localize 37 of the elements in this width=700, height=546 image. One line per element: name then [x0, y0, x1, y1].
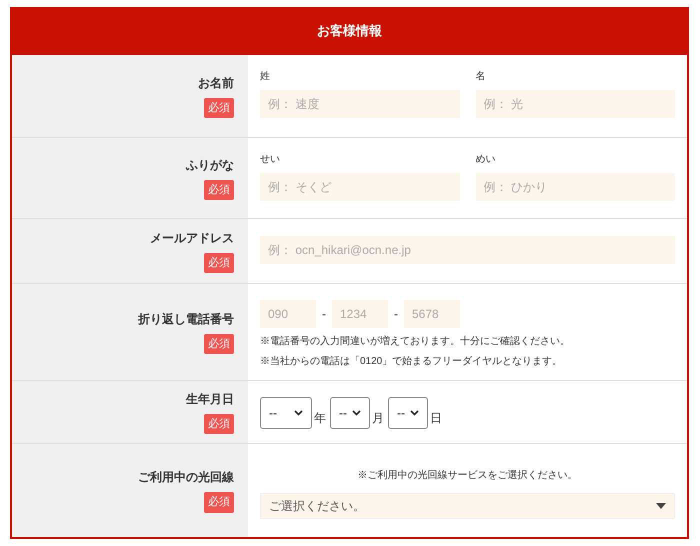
row-label: お名前: [198, 74, 234, 92]
required-badge: 必須: [204, 180, 234, 200]
input-field[interactable]: 例： ocn_hikari@ocn.ne.jp: [260, 236, 675, 264]
input-field[interactable]: 例： そくど: [260, 173, 460, 201]
input-field[interactable]: 5678: [404, 300, 460, 328]
row-label: ご利用中の光回線: [138, 469, 234, 486]
required-badge: 必須: [204, 334, 234, 354]
field-label: せい: [260, 153, 280, 167]
date-unit: 年: [314, 410, 326, 427]
note-text: ※ご利用中の光回線サービスをご選択ください。: [358, 468, 578, 483]
row-label: 生年月日: [186, 390, 234, 408]
field-label: 姓: [260, 70, 270, 84]
input-field[interactable]: 1234: [332, 300, 388, 328]
form-title: お客様情報: [317, 22, 382, 40]
dropdown-select[interactable]: ご選択ください。: [260, 493, 675, 519]
date-unit: 日: [430, 410, 442, 427]
input-field[interactable]: 例： ひかり: [476, 173, 675, 201]
note-text: ※電話番号の入力間違いが増えております。十分にご確認ください。: [260, 334, 570, 349]
separator: -: [322, 306, 326, 323]
input-field[interactable]: 例： 速度: [260, 90, 460, 118]
row-label: ふりがな: [186, 156, 234, 174]
field-label: 名: [476, 70, 486, 84]
row-label: メールアドレス: [150, 230, 234, 247]
input-field[interactable]: 例： 光: [476, 90, 675, 118]
required-badge: 必須: [204, 252, 234, 274]
note-text: ※当社からの電話は「0120」で始まるフリーダイヤルとなります。: [260, 354, 562, 369]
required-badge: 必須: [204, 98, 234, 118]
required-badge: 必須: [204, 492, 234, 513]
row-label: 折り返し電話番号: [138, 310, 234, 328]
date-unit: 月: [372, 410, 384, 427]
required-badge: 必須: [204, 414, 234, 434]
select-box[interactable]: --: [388, 397, 428, 429]
select-box[interactable]: --: [330, 397, 370, 429]
select-box[interactable]: --: [260, 397, 312, 429]
field-label: めい: [476, 153, 496, 167]
separator: -: [394, 306, 398, 323]
input-field[interactable]: 090: [260, 300, 316, 328]
